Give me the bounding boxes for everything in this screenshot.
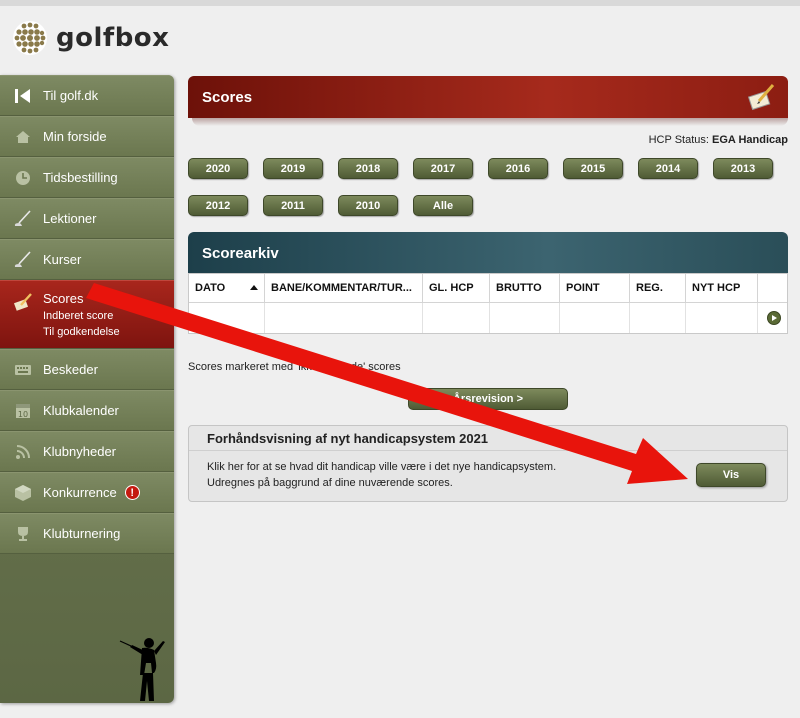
sort-ascending-icon: [250, 285, 258, 290]
column-header-dato[interactable]: DATO: [189, 274, 265, 303]
sidebar-subitem-indberet-score[interactable]: Indberet score: [43, 310, 113, 322]
table-cell: [490, 303, 560, 333]
sidebar-item-label: Klubturnering: [43, 526, 121, 541]
preview-text-line-2: Udregnes på baggrund af dine nuværende s…: [207, 477, 453, 489]
table-cell: [423, 303, 490, 333]
clock-icon: [12, 167, 34, 189]
table-cell: [189, 303, 265, 333]
sidebar-item-beskeder[interactable]: Beskeder: [0, 349, 174, 390]
keyboard-icon: [12, 359, 34, 381]
sidebar-item-label: Klubnyheder: [43, 444, 116, 459]
alert-badge: !: [124, 485, 140, 500]
play-arrow-icon[interactable]: [767, 311, 781, 325]
year-button-2016[interactable]: 2016: [488, 158, 548, 179]
preview-title: Forhåndsvisning af nyt handicapsystem 20…: [207, 431, 489, 446]
back-arrow-icon: [12, 85, 34, 107]
sidebar-item-label: Min forside: [43, 129, 107, 144]
sidebar-item-tidsbestilling[interactable]: Tidsbestilling: [0, 157, 174, 198]
title-shadow: [192, 118, 788, 126]
table-cell: [265, 303, 423, 333]
calendar-icon: 10: [12, 400, 34, 422]
year-button-2012[interactable]: 2012: [188, 195, 248, 216]
column-header-point[interactable]: POINT: [560, 274, 630, 303]
sidebar-item-lektioner[interactable]: Lektioner: [0, 198, 174, 239]
sidebar-item-til-golf-dk[interactable]: Til golf.dk: [0, 75, 174, 116]
home-icon: [12, 126, 34, 148]
sidebar-item-label: Klubkalender: [43, 403, 119, 418]
trophy-icon: [12, 523, 34, 545]
divider: [189, 450, 787, 451]
brand-name: golfbox: [56, 23, 170, 53]
sidebar-item-min-forside[interactable]: Min forside: [0, 116, 174, 157]
year-button-2015[interactable]: 2015: [563, 158, 623, 179]
svg-text:10: 10: [18, 410, 28, 419]
sidebar-item-label: Kurser: [43, 252, 82, 267]
scorearkiv-panel-title: Scorearkiv: [188, 232, 788, 274]
year-button-2011[interactable]: 2011: [263, 195, 323, 216]
column-header-bane[interactable]: BANE/KOMMENTAR/TUR...: [265, 274, 423, 303]
column-header-brutto[interactable]: BRUTTO: [490, 274, 560, 303]
year-button-2017[interactable]: 2017: [413, 158, 473, 179]
golf-club-icon: [12, 249, 34, 271]
scores-panel-title: Scores: [188, 76, 788, 118]
year-button-2010[interactable]: 2010: [338, 195, 398, 216]
year-button-2020[interactable]: 2020: [188, 158, 248, 179]
golf-club-icon: [12, 208, 34, 230]
sidebar-item-klubnyheder[interactable]: Klubnyheder: [0, 431, 174, 472]
sidebar-item-label: Lektioner: [43, 211, 97, 226]
top-bar: [0, 0, 800, 6]
sidebar-item-kurser[interactable]: Kurser: [0, 239, 174, 280]
sidebar-subitem-til-godkendelse[interactable]: Til godkendelse: [43, 326, 120, 338]
table-cell: [560, 303, 630, 333]
column-header-nyt-hcp[interactable]: NYT HCP: [686, 274, 758, 303]
year-button-2019[interactable]: 2019: [263, 158, 323, 179]
column-header-action: [758, 274, 787, 303]
sidebar-item-label: Konkurrence: [43, 485, 117, 500]
arsrevision-button[interactable]: Årsrevision >: [408, 388, 568, 410]
hcp-status-value: EGA Handicap: [712, 134, 788, 146]
table-cell: [686, 303, 758, 333]
year-button-2013[interactable]: 2013: [713, 158, 773, 179]
hcp-status: HCP Status: EGA Handicap: [649, 134, 788, 146]
handicap-preview-box: Forhåndsvisning af nyt handicapsystem 20…: [188, 425, 788, 502]
sidebar-item-label: Scores: [43, 291, 84, 306]
scorearkiv-title-text: Scorearkiv: [202, 244, 279, 262]
golfbox-logo[interactable]: golfbox: [12, 20, 169, 56]
cube-icon: [12, 482, 34, 504]
sidebar-item-label: Til golf.dk: [43, 88, 99, 103]
hcp-status-label: HCP Status:: [648, 134, 709, 146]
vis-button[interactable]: Vis: [696, 463, 766, 487]
sidebar-item-konkurrence[interactable]: Konkurrence !: [0, 472, 174, 513]
rss-icon: [12, 441, 34, 463]
scores-note: Scores markeret med 'ikke tællende' scor…: [188, 361, 401, 373]
sidebar-item-klubturnering[interactable]: Klubturnering: [0, 513, 174, 554]
sidebar: Til golf.dk Min forside Tidsbestilling L…: [0, 75, 174, 703]
golf-ball-logo-icon: [13, 21, 47, 55]
table-cell: [630, 303, 686, 333]
year-button-2018[interactable]: 2018: [338, 158, 398, 179]
year-button-2014[interactable]: 2014: [638, 158, 698, 179]
sidebar-item-klubkalender[interactable]: 10 Klubkalender: [0, 390, 174, 431]
year-button-alle[interactable]: Alle: [413, 195, 473, 216]
column-header-reg[interactable]: REG.: [630, 274, 686, 303]
scores-title-text: Scores: [202, 88, 253, 106]
sidebar-item-label: Tidsbestilling: [43, 170, 118, 185]
column-header-gl-hcp[interactable]: GL. HCP: [423, 274, 490, 303]
preview-text-line-1: Klik her for at se hvad dit handicap vil…: [207, 461, 557, 473]
score-archive-table: DATO BANE/KOMMENTAR/TUR... GL. HCP BRUTT…: [188, 273, 788, 334]
sidebar-item-label: Beskeder: [43, 362, 98, 377]
golfer-silhouette-icon: [119, 638, 165, 701]
scorecard-pen-icon: [12, 291, 34, 313]
scorecard-pen-icon: [747, 84, 775, 111]
